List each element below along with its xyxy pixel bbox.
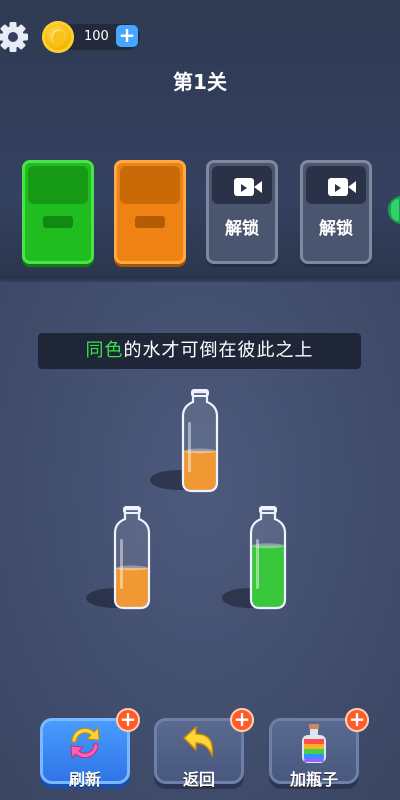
bottle-highlight [120, 539, 123, 589]
slot-lid [212, 166, 272, 204]
slot-lid [120, 166, 180, 204]
undo-arrow-icon [183, 726, 214, 757]
rainbow-bottle-icon [302, 724, 326, 763]
undo-button[interactable]: 返回 + [154, 708, 254, 789]
settings-gear-icon[interactable] [0, 20, 32, 54]
unlock-label: 解锁 [319, 219, 353, 239]
slot-orange[interactable] [114, 160, 186, 264]
hint-banner: 同色的水才可倒在彼此之上 [38, 333, 361, 369]
bottle-1[interactable] [180, 388, 220, 494]
unlock-label: 解锁 [225, 219, 259, 239]
video-camera-icon [328, 178, 356, 196]
coin-count: 100 [84, 29, 109, 44]
slot-locked-2[interactable]: 解锁 [300, 160, 372, 264]
refresh-plus-icon: + [116, 708, 140, 732]
slot-handle [43, 216, 73, 228]
undo-label: 返回 [182, 770, 215, 789]
hint-highlight: 同色 [85, 340, 124, 361]
coin-icon [42, 21, 74, 53]
add-bottle-label: 加瓶子 [289, 770, 338, 789]
refresh-arrows-icon [70, 726, 100, 760]
add-bottle-plus-icon: + [345, 708, 369, 732]
refresh-button[interactable]: 刷新 + [40, 708, 140, 789]
add-bottle-button[interactable]: 加瓶子 + [269, 708, 369, 789]
bottle-3[interactable] [248, 505, 288, 611]
bottle-2[interactable] [112, 505, 152, 611]
bottle-highlight [188, 422, 191, 472]
slot-lid [28, 166, 88, 204]
bottle-highlight [256, 539, 259, 589]
video-camera-icon [234, 178, 262, 196]
undo-plus-icon: + [230, 708, 254, 732]
slot-handle [135, 216, 165, 228]
slot-locked-1[interactable]: 解锁 [206, 160, 278, 264]
add-coins-plus-icon[interactable]: + [116, 25, 138, 47]
refresh-label: 刷新 [68, 770, 101, 789]
hint-text: 的水才可倒在彼此之上 [123, 340, 314, 361]
slot-lid [306, 166, 366, 204]
slot-green[interactable] [22, 160, 94, 264]
level-title: 第1关 [173, 70, 227, 94]
